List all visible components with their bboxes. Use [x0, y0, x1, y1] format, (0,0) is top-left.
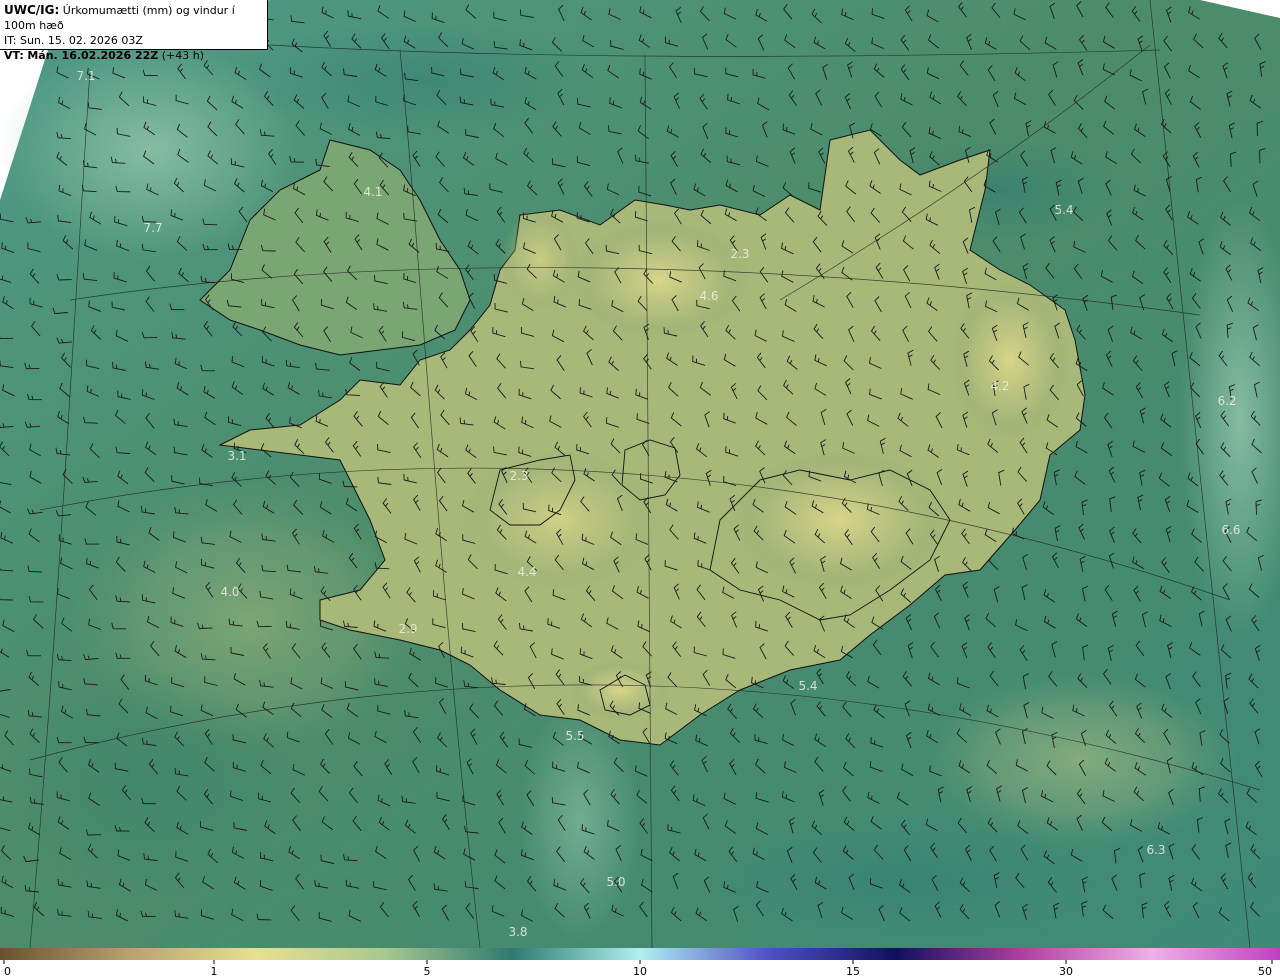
map-value-label: 4.2: [990, 379, 1009, 393]
map-value-label: 4.4: [517, 565, 536, 579]
colorbar-tick-label: 15: [846, 965, 860, 978]
map-header: UWC/IG: Úrkomumætti (mm) og vindur í 100…: [0, 0, 268, 62]
colorbar-tick-label: 5: [424, 965, 431, 978]
colorbar-tick-label: 50: [1258, 965, 1272, 978]
colorbar-tick-label: 1: [211, 965, 218, 978]
map-value-label: 6.6: [1221, 523, 1240, 537]
map-value-label: 2.3: [509, 469, 528, 483]
lead-time: (+43 h): [161, 49, 205, 62]
model-name: UWC/IG:: [4, 3, 60, 17]
colorbar-tick-label: 10: [633, 965, 647, 978]
init-time: IT: Sun. 15. 02. 2026 03Z: [4, 34, 143, 47]
map-value-label: 5.4: [1054, 203, 1073, 217]
colorbar-tick-label: 0: [4, 965, 11, 978]
map-value-label: 3.1: [227, 449, 246, 463]
forecast-map: 7.1 4.1 7.7 2.3 5.4 4.6 4.2 6.2 3.1 2.3 6.6 4.4 4.0 2…: [0, 0, 1280, 948]
map-value-label: 6.2: [1217, 394, 1236, 408]
map-value-label: 2.3: [730, 247, 749, 261]
valid-prefix: VT:: [4, 49, 24, 62]
map-value-label: 7.1: [76, 69, 95, 83]
colorbar: 0 1 5 10 15 30 50: [0, 948, 1280, 978]
valid-time: Mán. 16.02.2026 22Z: [27, 49, 159, 62]
map-value-label: 4.6: [699, 289, 718, 303]
map-value-label: 6.3: [1146, 843, 1165, 857]
map-value-label: 7.7: [143, 221, 162, 235]
map-value-label: 4.0: [220, 585, 239, 599]
map-value-label: 4.1: [363, 185, 382, 199]
map-value-label: 2.9: [398, 622, 417, 636]
map-value-label: 5.4: [798, 679, 817, 693]
map-value-label: 5.0: [606, 875, 625, 889]
map-value-label: 3.8: [508, 925, 527, 939]
map-value-label: 5.5: [565, 729, 584, 743]
colorbar-tick-label: 30: [1059, 965, 1073, 978]
colorbar-strip: [0, 948, 1280, 960]
